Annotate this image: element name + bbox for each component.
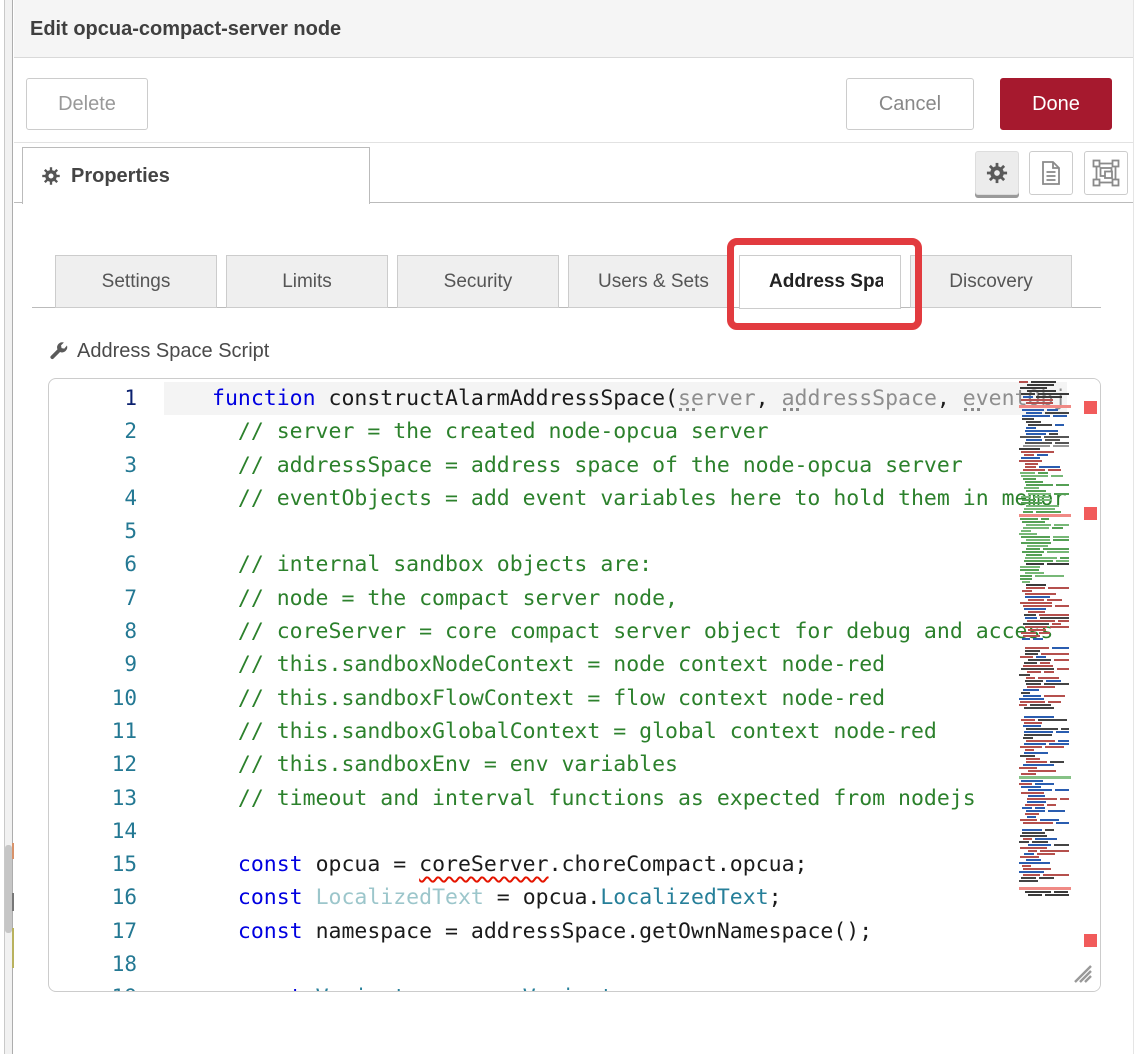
gear-icon bbox=[41, 166, 61, 186]
cancel-button[interactable]: Cancel bbox=[846, 78, 974, 130]
page-scrollbar-rail bbox=[0, 0, 14, 1054]
code-line[interactable]: // this.sandboxGlobalContext = global co… bbox=[164, 715, 1067, 748]
appearance-view-button[interactable] bbox=[1084, 151, 1128, 195]
code-line[interactable]: const namespace = addressSpace.getOwnNam… bbox=[164, 915, 1067, 948]
tab-limits[interactable]: Limits bbox=[226, 255, 388, 308]
description-view-button[interactable] bbox=[1029, 151, 1073, 195]
code-editor[interactable]: 12345678910111213141516171819 function c… bbox=[48, 378, 1101, 992]
code-line[interactable]: const Variant = opcua.Variant; bbox=[164, 981, 1067, 991]
code-content[interactable]: function constructAlarmAddressSpace(serv… bbox=[164, 382, 1067, 991]
scrollbar-annotation bbox=[12, 928, 14, 968]
appearance-icon bbox=[1092, 159, 1120, 187]
dialog-header: Edit opcua-compact-server node bbox=[14, 0, 1134, 58]
code-line[interactable]: // node = the compact server node, bbox=[164, 582, 1067, 615]
tab-discovery[interactable]: Discovery bbox=[910, 255, 1072, 308]
error-marker[interactable] bbox=[1084, 401, 1097, 414]
document-icon bbox=[1039, 160, 1063, 186]
code-line[interactable]: // this.sandboxNodeContext = node contex… bbox=[164, 648, 1067, 681]
minimap[interactable] bbox=[1019, 381, 1071, 989]
tab-properties[interactable]: Properties bbox=[22, 147, 370, 204]
tab-address-space[interactable]: Address Space bbox=[739, 255, 901, 309]
delete-button[interactable]: Delete bbox=[26, 78, 148, 130]
code-line[interactable]: // this.sandboxFlowContext = flow contex… bbox=[164, 682, 1067, 715]
edit-node-dialog: Edit opcua-compact-server node Delete Ca… bbox=[0, 0, 1134, 1054]
code-line[interactable] bbox=[164, 948, 1067, 981]
scrollbar-annotation bbox=[12, 893, 14, 911]
line-numbers: 12345678910111213141516171819 bbox=[49, 382, 164, 992]
tab-settings[interactable]: Settings bbox=[55, 255, 217, 308]
properties-tab-label: Properties bbox=[71, 165, 170, 188]
scrollbar-thumb[interactable] bbox=[5, 845, 12, 933]
tab-security[interactable]: Security bbox=[397, 255, 559, 308]
overview-ruler[interactable] bbox=[1070, 379, 1100, 991]
dialog-title: Edit opcua-compact-server node bbox=[30, 0, 341, 58]
address-space-script-label: Address Space Script bbox=[48, 340, 269, 363]
done-button[interactable]: Done bbox=[1000, 78, 1112, 130]
tab-users-sets[interactable]: Users & Sets bbox=[568, 255, 730, 308]
code-line[interactable]: // eventObjects = add event variables he… bbox=[164, 482, 1067, 515]
code-line[interactable]: // addressSpace = address space of the n… bbox=[164, 449, 1067, 482]
scrollbar-annotation bbox=[12, 843, 14, 859]
code-line[interactable]: // timeout and interval functions as exp… bbox=[164, 782, 1067, 815]
code-line[interactable]: // coreServer = core compact server obje… bbox=[164, 615, 1067, 648]
code-line[interactable]: const opcua = coreServer.choreCompact.op… bbox=[164, 848, 1067, 881]
code-line[interactable]: function constructAlarmAddressSpace(serv… bbox=[164, 382, 1067, 415]
code-line[interactable]: const LocalizedText = opcua.LocalizedTex… bbox=[164, 881, 1067, 914]
wrench-icon bbox=[48, 341, 69, 362]
properties-view-button[interactable] bbox=[975, 151, 1019, 195]
code-line[interactable]: // this.sandboxEnv = env variables bbox=[164, 748, 1067, 781]
code-line[interactable]: // server = the created node-opcua serve… bbox=[164, 415, 1067, 448]
editor-resize-grip[interactable] bbox=[1071, 962, 1093, 984]
code-line[interactable]: // internal sandbox objects are: bbox=[164, 548, 1067, 581]
code-line[interactable] bbox=[164, 815, 1067, 848]
code-line[interactable] bbox=[164, 515, 1067, 548]
error-marker[interactable] bbox=[1084, 507, 1097, 520]
gear-icon bbox=[986, 162, 1008, 184]
error-marker[interactable] bbox=[1084, 934, 1097, 947]
toolbar-divider bbox=[14, 142, 1134, 143]
